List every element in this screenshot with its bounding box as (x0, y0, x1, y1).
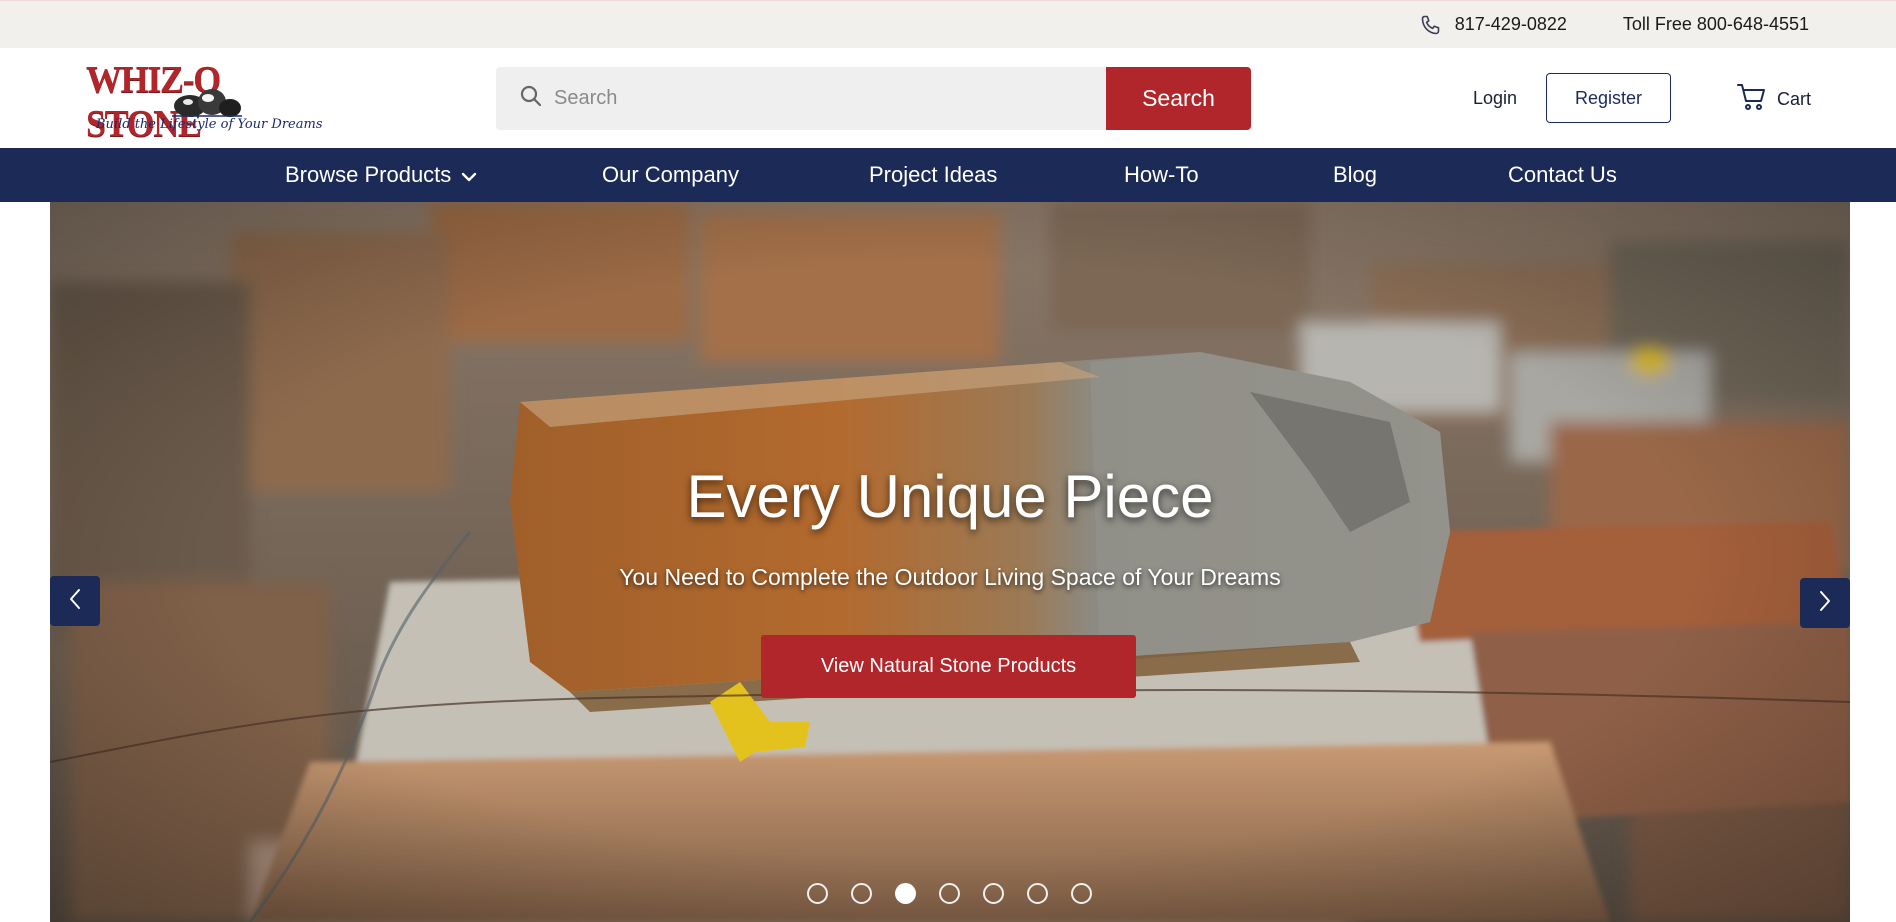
nav-label: Contact Us (1508, 162, 1617, 187)
nav-label: Blog (1333, 162, 1378, 187)
phone-icon (1419, 13, 1443, 37)
carousel-dot-6[interactable] (1027, 883, 1048, 904)
carousel-dot-3[interactable] (895, 883, 916, 904)
nav-our-company[interactable]: Our Company (602, 148, 739, 202)
carousel-next-button[interactable] (1800, 578, 1850, 628)
nav-contact-us[interactable]: Contact Us (1508, 148, 1617, 202)
view-products-button[interactable]: View Natural Stone Products (761, 635, 1136, 698)
nav-label: Browse Products (285, 162, 452, 187)
cart-icon (1737, 83, 1767, 116)
phone-contact[interactable]: 817-429-0822 (1419, 13, 1567, 37)
logo-tagline: Build the Lifestyle of Your Dreams (96, 117, 323, 132)
chevron-left-icon (68, 587, 82, 616)
carousel-dot-5[interactable] (983, 883, 1004, 904)
nav-label: Project Ideas (869, 162, 998, 187)
phone-number[interactable]: 817-429-0822 (1455, 14, 1567, 35)
top-utility-bar: 817-429-0822 Toll Free 800-648-4551 (0, 0, 1896, 48)
hero-headline: Every Unique Piece (686, 463, 1214, 530)
search-field-wrap (496, 67, 1106, 130)
nav-label: Our Company (602, 162, 739, 187)
carousel-dots (807, 883, 1092, 904)
search-button[interactable]: Search (1106, 67, 1251, 130)
chevron-down-icon (461, 162, 477, 188)
carousel-dot-7[interactable] (1071, 883, 1092, 904)
hero-stone-image (50, 202, 1850, 922)
search-bar: Search (496, 67, 1251, 130)
login-link[interactable]: Login (1473, 88, 1517, 109)
carousel-dot-1[interactable] (807, 883, 828, 904)
nav-project-ideas[interactable]: Project Ideas (869, 148, 997, 202)
hero-subline: You Need to Complete the Outdoor Living … (619, 564, 1281, 590)
nav-browse-products[interactable]: Browse Products (285, 148, 477, 202)
carousel-prev-button[interactable] (50, 576, 100, 626)
carousel-dot-4[interactable] (939, 883, 960, 904)
nav-blog[interactable]: Blog (1333, 148, 1377, 202)
toll-free-number[interactable]: Toll Free 800-648-4551 (1623, 14, 1809, 35)
chevron-right-icon (1818, 589, 1832, 618)
nav-how-to[interactable]: How-To (1124, 148, 1199, 202)
hero-carousel: Every Unique Piece You Need to Complete … (50, 202, 1850, 922)
cart-link[interactable]: Cart (1737, 83, 1811, 116)
main-navigation: Browse Products Our Company Project Idea… (0, 148, 1896, 202)
register-button[interactable]: Register (1546, 73, 1671, 123)
search-icon (520, 85, 542, 112)
carousel-dot-2[interactable] (851, 883, 872, 904)
logo-rocks-graphic (172, 89, 242, 117)
site-header: WHIZ-Q STONE Build the Lifestyle of Your… (0, 48, 1896, 148)
nav-label: How-To (1124, 162, 1199, 187)
cart-label: Cart (1777, 89, 1812, 109)
search-input[interactable] (554, 87, 1054, 110)
site-logo[interactable]: WHIZ-Q STONE Build the Lifestyle of Your… (84, 54, 322, 145)
